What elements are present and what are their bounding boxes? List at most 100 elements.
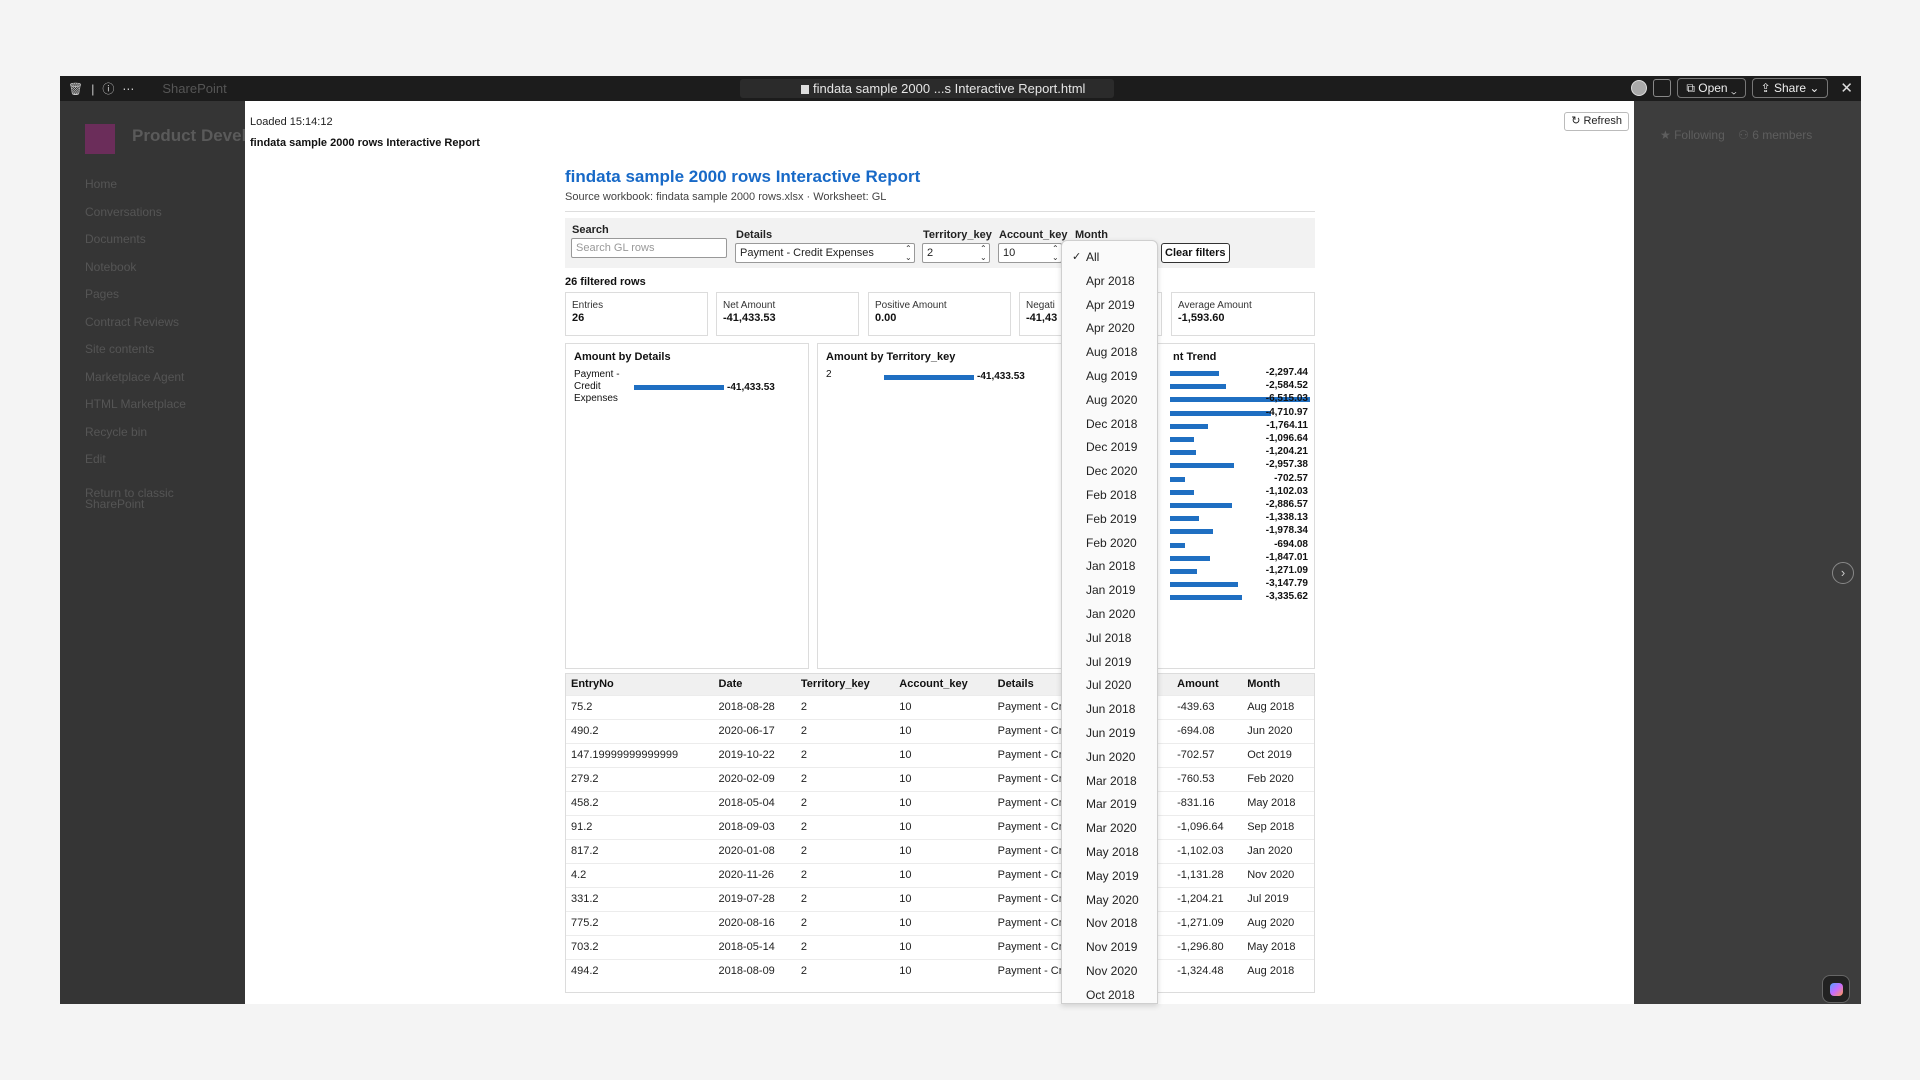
avatar[interactable]: [1631, 80, 1648, 96]
month-option[interactable]: May 2018: [1062, 841, 1157, 865]
viewer-toolbar: 🗑 | ⓘ ⋯ SharePoint findata sample 2000 .…: [60, 76, 1861, 101]
month-option[interactable]: Feb 2019: [1062, 508, 1157, 532]
table-cell: Sep 2018: [1242, 814, 1314, 839]
month-option-label: Nov 2020: [1086, 963, 1138, 978]
month-option[interactable]: Dec 2019: [1062, 436, 1157, 460]
column-header[interactable]: Month: [1242, 674, 1314, 695]
table-row: 279.2 2020-02-09 2 10 Payment - Cr -760.53 Feb…: [566, 766, 1314, 791]
month-option[interactable]: Nov 2018: [1062, 912, 1157, 936]
month-option[interactable]: Mar 2019: [1062, 793, 1157, 817]
column-header[interactable]: Amount: [1172, 674, 1243, 695]
trend-bar: [1170, 410, 1272, 416]
month-option[interactable]: May 2020: [1062, 889, 1157, 913]
table-cell: Feb 2020: [1242, 766, 1314, 791]
month-option[interactable]: Apr 2020: [1062, 317, 1157, 341]
more-icon[interactable]: ⋯: [122, 82, 134, 96]
month-option[interactable]: Dec 2018: [1062, 413, 1157, 437]
data-table: EntryNo Date Territory_key Account_key Detai…: [565, 673, 1315, 993]
month-option[interactable]: Jun 2019: [1062, 722, 1157, 746]
month-option-label: May 2018: [1086, 844, 1139, 859]
column-header[interactable]: Date: [713, 674, 796, 695]
month-option-label: Jul 2020: [1086, 678, 1132, 693]
table-cell: 2: [795, 934, 895, 959]
month-option[interactable]: Nov 2020: [1062, 960, 1157, 984]
chevron-right-icon[interactable]: ›: [1832, 562, 1854, 584]
month-option[interactable]: Mar 2020: [1062, 817, 1157, 841]
table-cell: 2020-08-16: [713, 910, 796, 935]
open-button[interactable]: ⧉ Open ⌄: [1677, 78, 1746, 98]
refresh-button[interactable]: ↻ Refresh: [1564, 112, 1629, 131]
bar-label: 2: [826, 369, 832, 380]
members-label: 6 members: [1752, 128, 1813, 142]
info-icon[interactable]: ⓘ: [102, 80, 114, 97]
kpi-value: -1,593.60: [1178, 312, 1225, 324]
search-input[interactable]: Search GL rows: [571, 238, 727, 258]
table-row: 331.2 2019-07-28 2 10 Payment - Cr -1,204.21 J…: [566, 886, 1314, 911]
month-option[interactable]: May 2019: [1062, 865, 1157, 889]
clear-filters-button[interactable]: Clear filters: [1161, 243, 1230, 263]
trend-bar-value: -1,096.64: [1265, 433, 1308, 444]
trend-bar: [1170, 555, 1210, 561]
month-dropdown-menu[interactable]: ✓ All Apr 2018 Apr 2019 Apr 2020 Aug 2018 Aug …: [1061, 240, 1158, 1004]
month-option[interactable]: Dec 2020: [1062, 460, 1157, 484]
month-option[interactable]: Jul 2020: [1062, 674, 1157, 698]
share-button[interactable]: ⇪ Share ⌄: [1751, 78, 1829, 98]
delete-icon[interactable]: 🗑: [68, 82, 83, 96]
month-option[interactable]: Feb 2018: [1062, 484, 1157, 508]
table-row: 817.2 2020-01-08 2 10 Payment - Cr -1,102.03 J…: [566, 838, 1314, 863]
month-option[interactable]: Jan 2018: [1062, 555, 1157, 579]
table-cell: 2018-08-28: [713, 694, 796, 719]
territory-select[interactable]: 2: [922, 243, 990, 263]
report-subtitle: Source workbook: findata sample 2000 row…: [565, 191, 887, 203]
table-cell: -1,131.28: [1172, 862, 1243, 887]
month-option[interactable]: Jan 2019: [1062, 579, 1157, 603]
table-cell: 10: [894, 814, 993, 839]
kpi-label: Positive Amount: [875, 300, 947, 311]
table-cell: 331.2: [566, 886, 714, 911]
nav-item: Recycle bin: [85, 424, 148, 439]
month-option[interactable]: Jul 2019: [1062, 651, 1157, 675]
month-option[interactable]: Jul 2018: [1062, 627, 1157, 651]
table-cell: -1,296.80: [1172, 934, 1243, 959]
trend-bar: [1170, 450, 1196, 456]
month-option[interactable]: Oct 2018: [1062, 984, 1157, 1003]
month-option[interactable]: Jan 2020: [1062, 603, 1157, 627]
details-select[interactable]: Payment - Credit Expenses: [735, 243, 915, 263]
chart-amount-by-territory: Amount by Territory_key 2 -41,433.53: [817, 343, 1066, 669]
file-title: findata sample 2000 ...s Interactive Rep…: [740, 79, 1114, 98]
month-option[interactable]: Jun 2018: [1062, 698, 1157, 722]
month-option[interactable]: Aug 2020: [1062, 389, 1157, 413]
search-label: Search: [572, 224, 609, 236]
month-option-label: Dec 2019: [1086, 440, 1138, 455]
trend-bar: [1170, 437, 1194, 442]
chart-title: nt Trend: [1173, 351, 1217, 363]
table-body: 75.2 2018-08-28 2 10 Payment - Cr -439.63 Aug …: [566, 694, 1314, 983]
month-option[interactable]: Jun 2020: [1062, 746, 1157, 770]
copilot-icon[interactable]: [1822, 975, 1850, 1003]
month-option[interactable]: Apr 2018: [1062, 270, 1157, 294]
table-cell: 2: [795, 814, 895, 839]
trend-bar: [1170, 384, 1226, 390]
column-header[interactable]: EntryNo: [566, 674, 714, 695]
table-cell: Aug 2018: [1242, 694, 1314, 719]
column-header[interactable]: Account_key: [894, 674, 993, 695]
table-cell: -1,096.64: [1172, 814, 1243, 839]
divider: |: [91, 81, 95, 96]
close-icon[interactable]: ✕: [1840, 79, 1853, 97]
month-option[interactable]: Feb 2020: [1062, 532, 1157, 556]
kpi-value: 0.00: [875, 312, 897, 324]
table-cell: -694.08: [1172, 718, 1243, 743]
account-select[interactable]: 10: [998, 243, 1062, 263]
month-option[interactable]: ✓ All: [1062, 246, 1157, 270]
month-option[interactable]: Aug 2018: [1062, 341, 1157, 365]
column-header[interactable]: Territory_key: [795, 674, 895, 695]
month-option[interactable]: Aug 2019: [1062, 365, 1157, 389]
table-row: 490.2 2020-06-17 2 10 Payment - Cr -694.08 Jun…: [566, 718, 1314, 743]
month-option-label: Feb 2018: [1086, 487, 1137, 502]
month-option[interactable]: Apr 2019: [1062, 294, 1157, 318]
comment-icon[interactable]: [1653, 79, 1672, 97]
month-option[interactable]: Mar 2018: [1062, 770, 1157, 794]
month-option[interactable]: Nov 2019: [1062, 936, 1157, 960]
trend-bar: [1170, 476, 1186, 482]
table-cell: 10: [894, 934, 993, 959]
